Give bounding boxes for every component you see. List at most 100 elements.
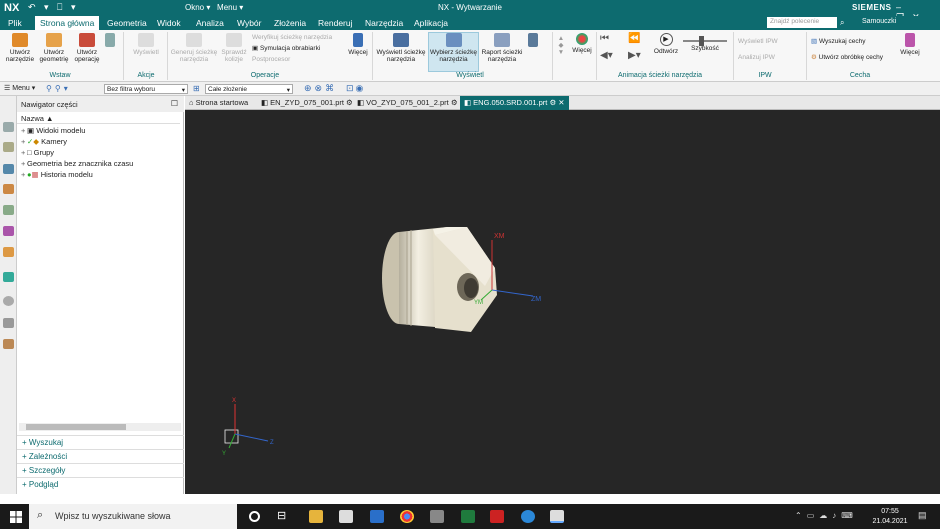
close-icon[interactable]: ✕ <box>556 98 564 107</box>
nx-active-icon[interactable] <box>550 510 564 523</box>
view-icons[interactable]: ⊡◉ <box>346 83 365 94</box>
postprocess-button[interactable]: Postprocesor <box>252 56 348 63</box>
tab-en-zyd[interactable]: ◧ EN_ZYD_075_001.prt ⚙ <box>261 98 353 107</box>
windows-start-icon[interactable] <box>10 511 22 523</box>
display-options-button[interactable] <box>525 33 541 49</box>
cam-setup-button[interactable] <box>103 33 117 49</box>
scrollbar-thumb[interactable] <box>26 424 126 430</box>
roles-icon[interactable] <box>3 247 14 257</box>
analyze-ipw-button[interactable]: Analizuj IPW <box>738 54 802 61</box>
operation-navigator-icon[interactable] <box>3 164 14 174</box>
tab-zlozenia[interactable]: Złożenia <box>274 18 306 28</box>
tab-analiza[interactable]: Analiza <box>196 18 224 28</box>
store-icon[interactable] <box>339 510 353 523</box>
tab-plik[interactable]: Plik <box>8 18 22 28</box>
more-display-button[interactable]: Więcej <box>570 33 594 54</box>
tab-widok[interactable]: Widok <box>157 18 181 28</box>
teams-icon[interactable] <box>521 510 535 523</box>
reuse-library-icon[interactable] <box>3 226 14 236</box>
verify-path-button[interactable]: Weryfikuj ścieżkę narzędzia <box>252 34 348 41</box>
mail-icon[interactable] <box>370 510 384 523</box>
system-materials-icon[interactable] <box>3 318 14 328</box>
create-operation-button[interactable]: Utwórz operację <box>72 33 102 63</box>
tab-aplikacja[interactable]: Aplikacja <box>414 18 448 28</box>
simulate-machine-button[interactable]: ▣ Symulacja obrabiarki <box>252 45 348 52</box>
assembly-navigator-icon[interactable] <box>3 142 14 152</box>
process-studio-icon[interactable] <box>3 339 14 349</box>
graphics-window[interactable]: XM ZM YM X Z Y <box>185 110 940 494</box>
file-explorer-icon[interactable] <box>309 510 323 523</box>
web-browser-icon[interactable] <box>3 272 14 282</box>
task-view-icon[interactable]: ⊟ <box>277 509 291 522</box>
clock[interactable]: 07:55 21.04.2021 <box>868 507 912 527</box>
assembly-scope-dropdown[interactable]: Całe złożenie ▾ <box>205 84 293 94</box>
check-collisions-button[interactable]: Sprawdź kolizje <box>219 33 249 63</box>
create-feature-machining-button[interactable]: ⚙ Utwórz obróbkę cechy <box>811 54 897 61</box>
tab-narzedzia[interactable]: Narzędzia <box>365 18 403 28</box>
command-search-input[interactable]: Znajdź polecenie <box>767 17 837 28</box>
show-toolpath-button[interactable]: Wyświetl ścieżkę narzędzia <box>375 33 427 63</box>
nx-icon[interactable] <box>490 510 504 523</box>
arrow-up-icon[interactable]: ▲ ◆ ▼ <box>555 35 567 56</box>
find-features-button[interactable]: ▧ Wyszukaj cechy <box>811 38 897 45</box>
axis-xm-label: XM <box>494 233 505 240</box>
step-next-button[interactable]: ▶▾ <box>628 51 641 61</box>
selection-filter-dropdown[interactable]: Bez filtra wyboru ▾ <box>104 84 188 94</box>
user-label[interactable]: Samouczki <box>862 18 896 25</box>
section-details[interactable]: + Szczegóły <box>17 463 184 476</box>
tree-item[interactable]: + ✓◆ Kamery <box>21 137 67 146</box>
select-toolpath-button[interactable]: Wybierz ścieżkę narzędzia <box>428 33 479 63</box>
search-icon[interactable]: ⌕ <box>840 18 844 28</box>
display-button[interactable]: Wyświetl <box>126 33 166 56</box>
taskbar-search-input[interactable]: ⌕ Wpisz tu wyszukiwane słowa <box>29 504 237 529</box>
snap-icons[interactable]: ⊕⊗⌘ <box>304 83 337 94</box>
more-feature-button[interactable]: Więcej <box>898 33 922 56</box>
cortana-icon[interactable] <box>249 511 260 522</box>
part-model[interactable] <box>382 227 497 332</box>
speed-slider-thumb[interactable] <box>699 36 704 46</box>
3d-model-view[interactable]: XM ZM YM X Z Y <box>185 110 940 494</box>
tree-item[interactable]: + Geometria bez znacznika czasu <box>21 159 133 168</box>
assembly-icon[interactable]: ⊞ <box>193 84 200 93</box>
play-button[interactable]: ▶ Odtwórz <box>652 33 680 55</box>
history-icon[interactable] <box>3 296 14 306</box>
notifications-icon[interactable]: ▤ <box>918 510 927 521</box>
analyze-ipw-label: Analizuj IPW <box>738 54 775 61</box>
tree-item[interactable]: + □ Grupy <box>21 148 54 157</box>
excel-icon[interactable] <box>461 510 475 523</box>
horizontal-scrollbar[interactable] <box>19 423 181 431</box>
tab-renderuj[interactable]: Renderuj <box>318 18 353 28</box>
section-preview[interactable]: + Podgląd <box>17 477 184 490</box>
generate-path-button[interactable]: Generuj ścieżkę narzędzia <box>170 33 218 63</box>
part-navigator-icon[interactable] <box>3 122 14 132</box>
toolpath-report-button[interactable]: Raport ścieżki narzędzia <box>480 33 524 63</box>
step-prev-button[interactable]: ◀▾ <box>600 51 613 61</box>
create-geometry-button[interactable]: Utwórz geometrię <box>37 33 71 63</box>
rewind-button[interactable]: ⏮ <box>600 34 609 44</box>
speed-slider[interactable]: Szybkość <box>683 36 727 52</box>
view-triad: X Z Y <box>222 398 274 457</box>
section-search[interactable]: + Wyszukaj <box>17 435 184 448</box>
machine-navigator-icon[interactable] <box>3 184 14 194</box>
create-tool-button[interactable]: Utwórz narzędzie <box>4 33 36 63</box>
tree-item[interactable]: + ▣ Widoki modelu <box>21 126 85 135</box>
step-back-button[interactable]: ⏪ <box>628 34 640 44</box>
column-header-name[interactable]: Nazwa ▲ <box>17 112 180 124</box>
feature-navigator-icon[interactable] <box>3 205 14 215</box>
hamburger-menu[interactable]: ☰ Menu ▾ <box>4 84 35 92</box>
maximize-icon[interactable]: ☐ <box>171 99 178 108</box>
more-operations-button[interactable]: Więcej <box>347 33 369 56</box>
chrome-icon[interactable] <box>400 510 414 523</box>
tab-wybor[interactable]: Wybór <box>237 18 261 28</box>
selection-icons[interactable]: ⚲⚲▾ <box>46 84 71 93</box>
tree-item[interactable]: + ●▦ Historia modelu <box>21 170 93 179</box>
section-dependencies[interactable]: + Zależności <box>17 449 184 462</box>
tab-strona-glowna[interactable]: Strona główna <box>35 16 100 30</box>
tab-start-page[interactable]: ⌂ Strona startowa <box>189 98 248 107</box>
show-ipw-button[interactable]: Wyświetl IPW <box>738 38 802 45</box>
tab-geometria[interactable]: Geometria <box>107 18 147 28</box>
tab-vo-zyd[interactable]: ◧ VO_ZYD_075_001_2.prt ⚙ <box>357 98 458 107</box>
system-tray-icons[interactable]: ⌃▭☁♪⌨ <box>795 511 858 520</box>
calculator-icon[interactable] <box>430 510 444 523</box>
tab-eng-050[interactable]: ◧ ENG.050.SRD.001.prt ⚙ ✕ <box>460 96 569 110</box>
